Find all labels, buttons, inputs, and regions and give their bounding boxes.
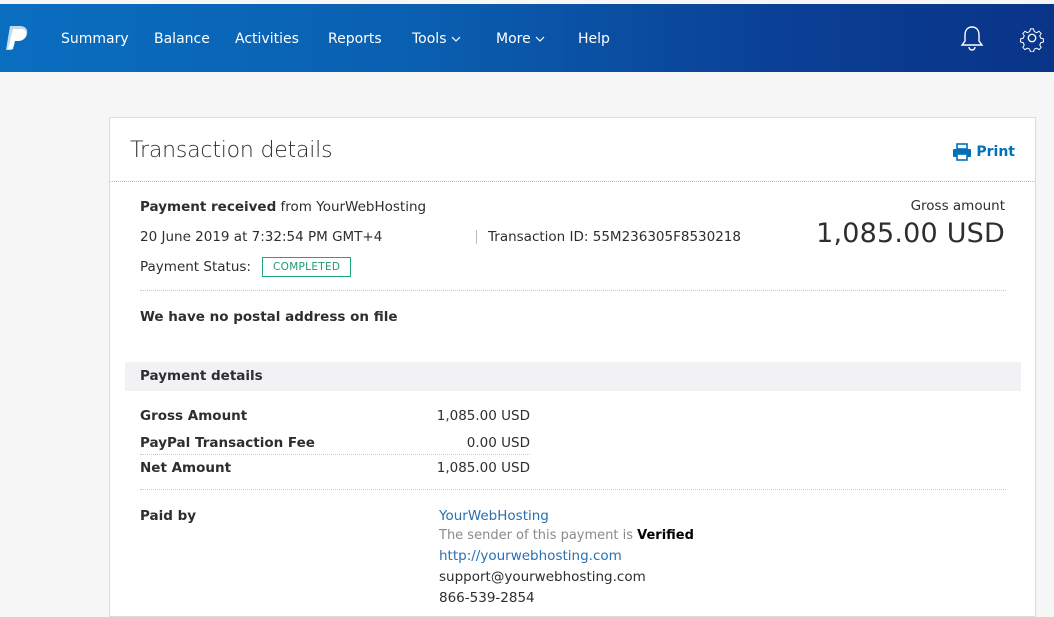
fee-row-value: 0.00 USD — [466, 435, 530, 451]
gross-amount-row-value: 1,085.00 USD — [436, 408, 530, 424]
transaction-id: Transaction ID: 55M236305F8530218 — [488, 229, 741, 245]
top-navigation-bar: Summary Balance Activities Reports Tools… — [0, 4, 1054, 72]
nav-more[interactable]: More — [496, 29, 545, 49]
payment-received-label: Payment received — [140, 199, 277, 215]
postal-address-note: We have no postal address on file — [140, 309, 398, 325]
verified-line: The sender of this payment is Verified — [439, 527, 694, 545]
net-amount-row-label: Net Amount — [140, 460, 232, 476]
separator — [476, 230, 477, 244]
nav-tools[interactable]: Tools — [412, 29, 461, 49]
title-divider — [110, 181, 1035, 182]
payer-email: support@yourwebhosting.com — [439, 569, 646, 585]
nav-help[interactable]: Help — [578, 29, 610, 49]
chevron-down-icon — [451, 36, 460, 42]
divider — [140, 290, 1006, 291]
payment-summary-line: Payment received from YourWebHosting — [140, 198, 426, 216]
nav-more-label: More — [496, 31, 531, 47]
gear-icon[interactable] — [1019, 24, 1045, 52]
transaction-datetime: 20 June 2019 at 7:32:54 PM GMT+4 — [140, 229, 383, 245]
payment-from-text: from YourWebHosting — [280, 199, 427, 215]
nav-activities[interactable]: Activities — [235, 29, 299, 49]
status-badge: COMPLETED — [262, 257, 352, 277]
verified-status: Verified — [637, 528, 694, 543]
chevron-down-icon — [535, 36, 545, 42]
page-title: Transaction details — [130, 138, 333, 163]
net-amount-row-value: 1,085.00 USD — [436, 460, 530, 476]
payment-details-heading: Payment details — [140, 368, 263, 384]
payment-details-header: Payment details — [125, 362, 1021, 391]
divider — [140, 489, 1006, 490]
nav-tools-label: Tools — [412, 31, 447, 47]
verified-prefix: The sender of this payment is — [439, 528, 633, 543]
payment-status-label: Payment Status: — [140, 259, 251, 275]
nav-summary[interactable]: Summary — [61, 29, 129, 49]
gross-amount-label: Gross amount — [910, 198, 1005, 214]
nav-reports[interactable]: Reports — [328, 29, 382, 49]
gross-amount-value: 1,085.00 USD — [816, 218, 1005, 249]
payer-name-link[interactable]: YourWebHosting — [439, 507, 549, 525]
gross-amount-row-label: Gross Amount — [140, 408, 248, 424]
bell-icon[interactable] — [959, 24, 985, 52]
payer-phone: 866-539-2854 — [439, 590, 535, 606]
print-label: Print — [976, 144, 1015, 160]
nav-balance[interactable]: Balance — [154, 29, 210, 49]
paypal-logo-icon[interactable] — [4, 24, 30, 52]
fee-divider — [140, 454, 530, 455]
print-button[interactable]: Print — [952, 143, 1015, 161]
fee-row-label: PayPal Transaction Fee — [140, 435, 315, 451]
payer-website-link[interactable]: http://yourwebhosting.com — [439, 547, 622, 565]
transaction-details-card: Transaction details Print Payment receiv… — [109, 117, 1036, 617]
paid-by-label: Paid by — [140, 508, 197, 524]
printer-icon — [953, 143, 972, 161]
